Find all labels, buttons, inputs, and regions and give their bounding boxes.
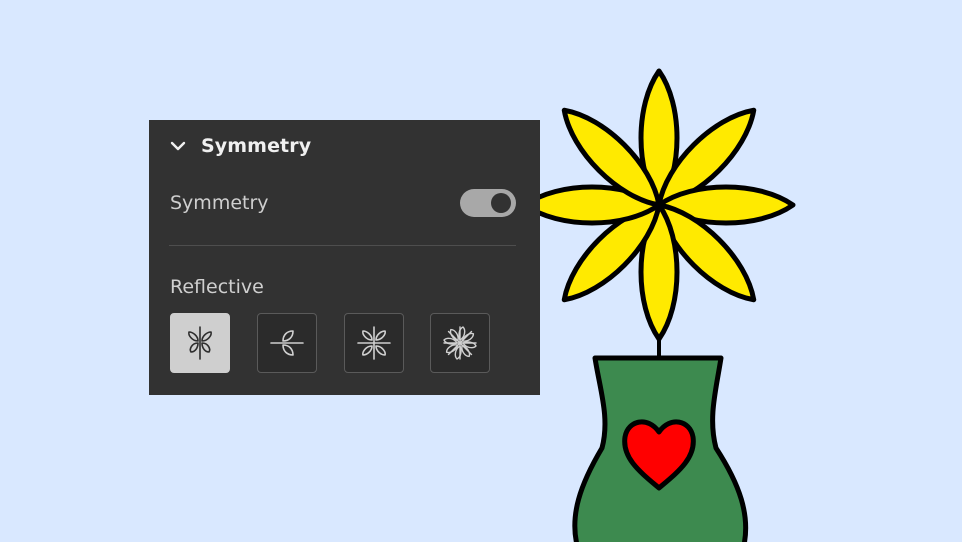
- divider: [169, 245, 516, 246]
- quad-reflection-button[interactable]: [344, 313, 404, 373]
- vertical-reflection-button[interactable]: [170, 313, 230, 373]
- symmetry-toggle[interactable]: [460, 189, 516, 217]
- symmetry-panel: Symmetry Symmetry Reflective: [149, 120, 540, 395]
- flower-radial-icon: [443, 326, 477, 360]
- symmetry-section-header[interactable]: Symmetry: [169, 134, 311, 158]
- flower-petals: [522, 68, 796, 342]
- reflective-section-label: Reflective: [170, 276, 264, 298]
- butterfly-quad-icon: [357, 326, 391, 360]
- butterfly-vertical-icon: [188, 326, 212, 360]
- panel-title: Symmetry: [201, 135, 312, 157]
- leaf-horizontal-icon: [270, 330, 304, 356]
- horizontal-reflection-button[interactable]: [257, 313, 317, 373]
- chevron-down-icon: [170, 141, 186, 151]
- toggle-knob: [491, 193, 511, 213]
- symmetry-toggle-label: Symmetry: [170, 192, 269, 214]
- radial-reflection-button[interactable]: [430, 313, 490, 373]
